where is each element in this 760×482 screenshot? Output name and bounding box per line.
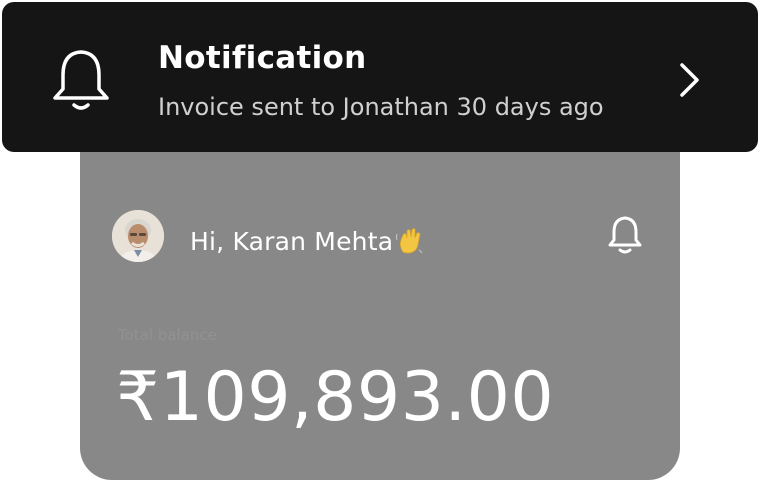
- chevron-right-icon[interactable]: [674, 60, 704, 100]
- screen: Hi, Karan Mehta Total balance ₹109,893.0…: [0, 0, 760, 482]
- notification-message: Invoice sent to Jonathan 30 days ago: [158, 93, 604, 121]
- balance-amount: ₹109,893.00: [116, 358, 555, 437]
- balance-card: Hi, Karan Mehta Total balance ₹109,893.0…: [80, 140, 680, 480]
- waving-hand-icon: [396, 228, 423, 254]
- bell-icon: [53, 50, 109, 110]
- greeting: Hi, Karan Mehta: [190, 226, 424, 256]
- bell-icon[interactable]: [606, 214, 644, 256]
- balance-label: Total balance: [118, 326, 217, 344]
- notification-title: Notification: [158, 40, 367, 76]
- avatar[interactable]: [112, 210, 164, 262]
- notification-banner[interactable]: Notification Invoice sent to Jonathan 30…: [2, 2, 758, 152]
- greeting-text: Hi, Karan Mehta: [190, 227, 394, 256]
